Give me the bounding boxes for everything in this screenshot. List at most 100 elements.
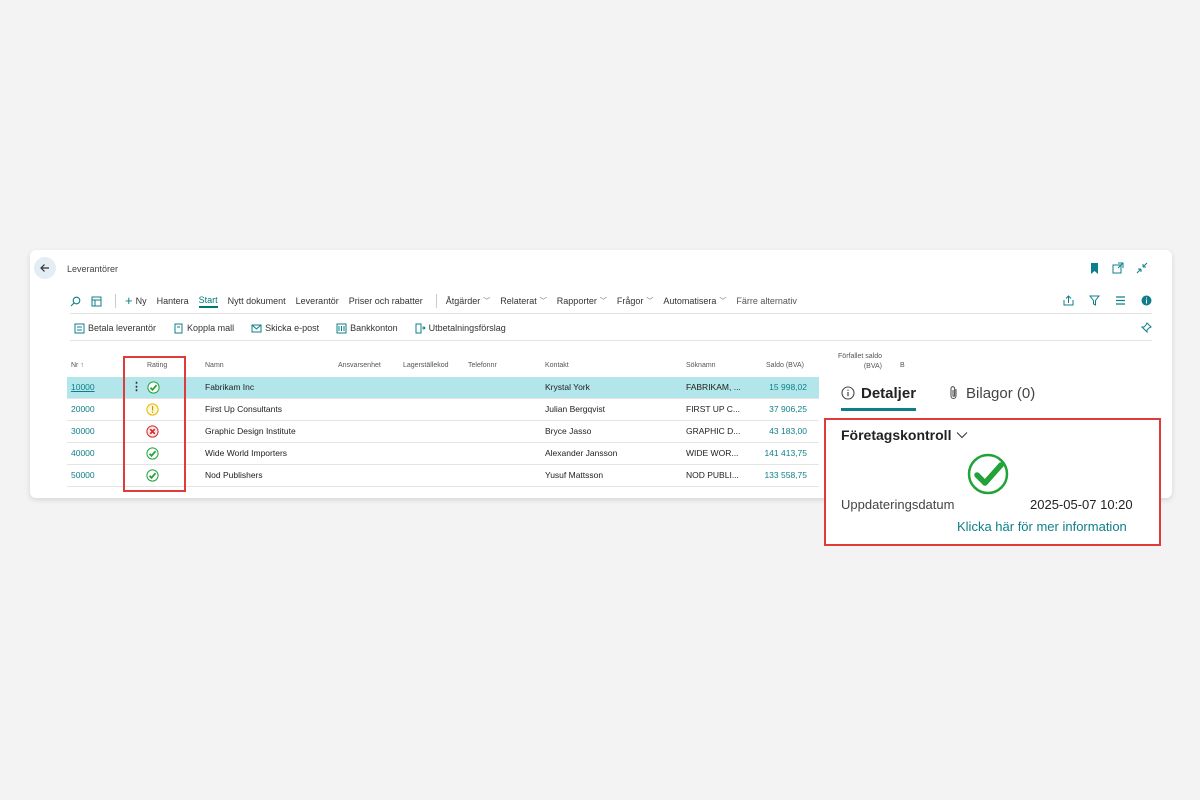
open-new-window-icon[interactable] xyxy=(1112,262,1124,274)
header-label: Nr xyxy=(71,362,79,369)
column-header-name[interactable]: Namn xyxy=(205,362,224,369)
check-icon xyxy=(967,453,1009,495)
tab-hantera[interactable]: Hantera xyxy=(157,296,189,306)
tab-label: Detaljer xyxy=(861,384,917,402)
chevron-down-icon xyxy=(957,432,968,439)
row-search-name: WIDE WOR... xyxy=(686,448,739,458)
link-template-button[interactable]: Koppla mall xyxy=(173,323,234,334)
menu-automatisera[interactable]: Automatisera ﹀ xyxy=(663,296,726,306)
search-icon xyxy=(70,296,81,306)
template-icon xyxy=(174,323,183,333)
row-nr[interactable]: 40000 xyxy=(71,443,95,464)
bookmark-icon[interactable] xyxy=(1088,262,1100,274)
row-nr[interactable]: 50000 xyxy=(71,465,95,486)
tab-leverantor[interactable]: Leverantör xyxy=(296,296,339,306)
update-date-value: 2025-05-07 10:20 xyxy=(1030,497,1133,512)
company-check-header[interactable]: Företagskontroll xyxy=(841,427,968,443)
sort-up-icon: ↑ xyxy=(80,362,84,369)
pin-icon[interactable] xyxy=(1140,322,1152,335)
row-search-name: NOD PUBLI... xyxy=(686,470,739,480)
link-template-label: Koppla mall xyxy=(187,323,235,333)
fewer-options-button[interactable]: Färre alternativ xyxy=(736,296,797,306)
action-bar: + Ny Hantera Start Nytt dokument Leveran… xyxy=(70,291,1152,311)
more-info-link[interactable]: Klicka här för mer information xyxy=(957,519,1127,534)
layout-button[interactable] xyxy=(91,296,102,307)
tab-attachments[interactable]: Bilagor (0) xyxy=(948,378,1035,408)
send-email-label: Skicka e-post xyxy=(265,323,320,333)
chevron-down-icon: ﹀ xyxy=(719,298,727,305)
list-view-icon[interactable] xyxy=(1114,294,1126,306)
chevron-down-icon: ﹀ xyxy=(483,298,491,305)
divider xyxy=(435,294,437,308)
search-button[interactable] xyxy=(70,296,81,307)
bank-accounts-button[interactable]: Bankkonton xyxy=(336,323,398,334)
row-contact: Bryce Jasso xyxy=(545,426,592,436)
pay-vendor-button[interactable]: Betala leverantör xyxy=(74,323,156,334)
column-header-contact[interactable]: Kontakt xyxy=(545,362,569,369)
column-header-responsibility[interactable]: Ansvarsenhet xyxy=(338,362,381,369)
arrow-left-icon xyxy=(40,264,49,272)
tab-nytt-dokument[interactable]: Nytt dokument xyxy=(228,296,286,306)
back-button[interactable] xyxy=(34,257,56,279)
column-header-location[interactable]: Lagerställekod xyxy=(403,362,449,369)
chevron-down-icon: ﹀ xyxy=(539,298,547,305)
row-contact: Alexander Jansson xyxy=(545,448,618,458)
header-label: (BVA) xyxy=(863,363,882,370)
row-name: Nod Publishers xyxy=(205,470,263,480)
plus-icon: + xyxy=(125,293,133,308)
row-contact: Krystal York xyxy=(545,382,590,392)
menu-atgarder[interactable]: Åtgärder ﹀ xyxy=(446,296,491,306)
menu-rapporter[interactable]: Rapporter ﹀ xyxy=(557,296,607,306)
filter-icon[interactable] xyxy=(1088,294,1100,306)
chevron-down-icon: ﹀ xyxy=(646,298,654,305)
row-nr[interactable]: 30000 xyxy=(71,421,95,442)
menu-label: Frågor xyxy=(616,296,644,306)
pay-vendor-label: Betala leverantör xyxy=(88,323,157,333)
header-label: Förfallet saldo xyxy=(838,353,882,360)
row-nr[interactable]: 10000 xyxy=(71,377,95,398)
new-label: Ny xyxy=(135,296,147,306)
column-header-phone[interactable]: Telefonnr xyxy=(468,362,497,369)
info-icon xyxy=(841,386,855,400)
row-name: First Up Consultants xyxy=(205,404,282,414)
payment-suggestion-button[interactable]: Utbetalningsförslag xyxy=(415,323,506,334)
column-header-search-name[interactable]: Söknamn xyxy=(686,362,716,369)
tab-priser-och-rabatter[interactable]: Priser och rabatter xyxy=(349,296,423,306)
row-nr[interactable]: 20000 xyxy=(71,399,95,420)
share-icon[interactable] xyxy=(1062,294,1074,306)
chevron-down-icon: ﹀ xyxy=(599,298,607,305)
row-balance[interactable]: 141 413,75 xyxy=(747,443,807,464)
info-icon[interactable] xyxy=(1140,294,1152,306)
row-balance[interactable]: 43 183,00 xyxy=(747,421,807,442)
collapse-icon[interactable] xyxy=(1136,262,1148,274)
row-balance[interactable]: 37 906,25 xyxy=(747,399,807,420)
send-email-button[interactable]: Skicka e-post xyxy=(251,323,319,334)
tab-start[interactable]: Start xyxy=(198,295,218,308)
row-name: Fabrikam Inc xyxy=(205,382,255,392)
divider xyxy=(70,340,1152,341)
row-contact: Julian Bergqvist xyxy=(545,404,606,414)
column-header-nr[interactable]: Nr ↑ xyxy=(71,362,84,369)
layout-icon xyxy=(91,296,102,306)
column-header-overdue[interactable]: Förfallet saldo (BVA) xyxy=(832,352,882,372)
column-header-balance[interactable]: Saldo (BVA) xyxy=(766,362,804,369)
row-balance[interactable]: 133 558,75 xyxy=(747,465,807,486)
row-contact: Yusuf Mattsson xyxy=(545,470,604,480)
rating-highlight-box xyxy=(123,356,186,492)
page-title: Leverantörer xyxy=(67,264,119,274)
promoted-actions: Betala leverantör Koppla mall Skicka e-p… xyxy=(74,320,1152,336)
menu-label: Åtgärder xyxy=(445,296,481,306)
tab-label: Bilagor (0) xyxy=(966,384,1036,402)
menu-fragor[interactable]: Frågor ﹀ xyxy=(617,296,654,306)
row-balance[interactable]: 15 998,02 xyxy=(747,377,807,398)
divider xyxy=(70,313,1152,314)
row-name: Wide World Importers xyxy=(205,448,288,458)
column-header-b[interactable]: B xyxy=(900,362,905,369)
new-button[interactable]: + Ny xyxy=(125,293,147,308)
menu-relaterat[interactable]: Relaterat ﹀ xyxy=(500,296,547,306)
tab-details[interactable]: Detaljer xyxy=(841,378,917,411)
payment-suggestion-label: Utbetalningsförslag xyxy=(428,323,506,333)
pay-icon xyxy=(74,323,85,333)
mail-icon xyxy=(251,324,262,332)
divider xyxy=(115,294,116,308)
